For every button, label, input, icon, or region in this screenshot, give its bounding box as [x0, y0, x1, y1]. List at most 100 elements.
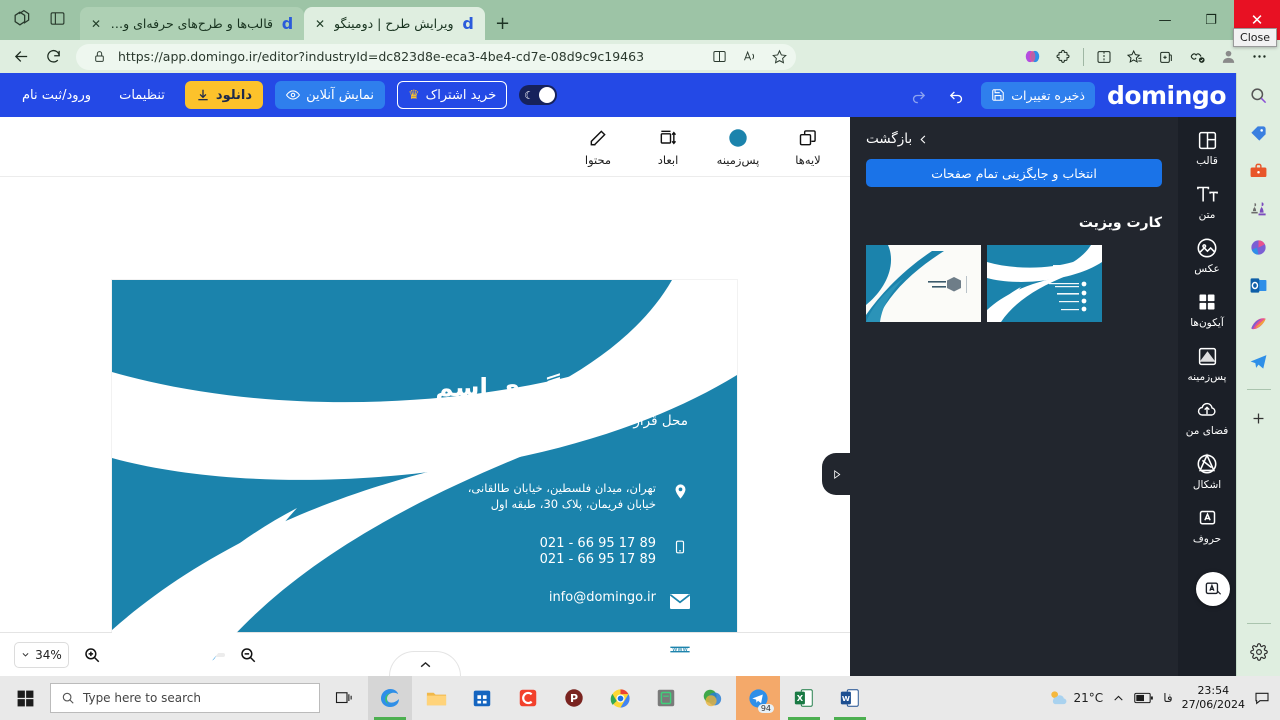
taskbar-app-photoscape[interactable]: P [552, 676, 596, 720]
battery-indicator[interactable] [1134, 692, 1154, 704]
zoom-in-button[interactable] [81, 644, 103, 666]
browser-essentials-icon[interactable] [1182, 43, 1212, 71]
domingo-logo[interactable]: domingo [1107, 81, 1227, 110]
language-indicator[interactable]: فا [1163, 691, 1172, 705]
extensions-puzzle-icon[interactable] [1048, 43, 1078, 71]
rail-item-shapes[interactable]: اشکال [1179, 451, 1235, 491]
sidebar-outlook-icon[interactable] [1245, 271, 1273, 299]
image-icon [1196, 235, 1218, 261]
tool-background[interactable]: پس‌زمینه [714, 126, 762, 167]
zoom-level-select[interactable]: 34% [14, 641, 69, 668]
rail-item-background[interactable]: پس‌زمینه [1179, 343, 1235, 383]
tab-list-icon[interactable] [44, 5, 70, 31]
rail-item-template[interactable]: قالب [1179, 127, 1235, 167]
replace-all-pages-button[interactable]: انتخاب و جایگزینی تمام صفحات [866, 159, 1162, 187]
taskbar-app-word[interactable]: W [828, 676, 872, 720]
download-button[interactable]: دانلود [184, 81, 264, 109]
template-thumbnail-front[interactable] [866, 245, 981, 322]
browser-tab-1[interactable]: d ویرایش طرح | دومینگو ✕ [304, 7, 485, 40]
favorite-star-icon[interactable] [768, 46, 790, 68]
taskbar-app-idm[interactable] [690, 676, 734, 720]
taskbar-app-edge[interactable] [368, 676, 412, 720]
split-screen-icon[interactable] [708, 46, 730, 68]
tab-close-icon[interactable]: ✕ [312, 16, 328, 32]
card-email-row[interactable]: info@domingo.ir [549, 590, 691, 612]
redo-button[interactable] [905, 82, 931, 108]
start-button[interactable] [2, 676, 48, 720]
tab-groups-icon[interactable] [8, 5, 34, 31]
task-view-button[interactable] [322, 676, 366, 720]
rail-item-my-space[interactable]: فضای من [1179, 397, 1235, 437]
card-phone-row[interactable]: 021 - 66 95 17 89 021 - 66 95 17 89 [540, 536, 691, 568]
sidebar-games-icon[interactable] [1245, 195, 1273, 223]
save-changes-button[interactable]: ذخیره تغییرات [981, 81, 1095, 109]
tool-layers[interactable]: لایه‌ها [784, 126, 832, 167]
business-card-canvas[interactable]: محل قرار گیری اسم محل قرارگیری سمت تهران… [112, 280, 737, 676]
taskbar-app-microsoft-store[interactable] [460, 676, 504, 720]
address-bar[interactable]: https://app.domingo.ir/editor?industryId… [76, 43, 796, 70]
panel-back-button[interactable]: بازگشت [866, 131, 1162, 147]
browser-tab-0[interactable]: d قالب‌ها و طرح‌های حرفه‌ای و رایگان ✕ [80, 7, 304, 40]
sidebar-designer-icon[interactable] [1245, 309, 1273, 337]
card-text-layer: محل قرار گیری اسم محل قرارگیری سمت تهران… [112, 280, 737, 676]
card-role-text[interactable]: محل قرارگیری سمت [568, 413, 688, 429]
taskbar-app-camtasia[interactable] [506, 676, 550, 720]
sidebar-telegram-icon[interactable] [1245, 347, 1273, 375]
copilot-icon[interactable] [1017, 43, 1047, 71]
tool-dimensions[interactable]: ابعاد [644, 126, 692, 167]
taskbar-search-placeholder: Type here to search [83, 691, 201, 705]
sidebar-settings-gear-icon[interactable] [1245, 638, 1273, 666]
save-disk-icon [992, 89, 1005, 101]
tool-content[interactable]: محتوا [574, 126, 622, 167]
sidebar-search-icon[interactable] [1245, 81, 1273, 109]
battery-icon [1134, 692, 1154, 704]
rail-item-icons[interactable]: آیکون‌ها [1179, 289, 1235, 329]
taskbar-search-box[interactable]: Type here to search [50, 683, 320, 713]
clock-widget[interactable]: 23:54 27/06/2024 [1182, 684, 1245, 712]
window-maximize-button[interactable]: ❐ [1188, 0, 1234, 40]
new-tab-button[interactable]: + [489, 9, 517, 37]
notification-center-button[interactable] [1254, 690, 1270, 706]
svg-text:www: www [672, 645, 688, 653]
canvas-area[interactable]: محل قرار گیری اسم محل قرارگیری سمت تهران… [0, 177, 850, 676]
buy-subscription-button[interactable]: خرید اشتراک ♛ [396, 81, 508, 109]
svg-text:P: P [570, 692, 578, 705]
template-thumbnail-back[interactable] [987, 245, 1102, 322]
rail-item-letters[interactable]: حروف [1179, 505, 1235, 545]
login-register-link[interactable]: ورود/ثبت نام [14, 88, 99, 103]
tray-overflow-chevron[interactable] [1112, 692, 1125, 705]
split-window-icon[interactable] [1089, 43, 1119, 71]
card-website-row[interactable]: www www.domingo.ir [551, 638, 691, 660]
tool-label: محتوا [584, 153, 612, 167]
read-aloud-icon[interactable] [738, 46, 760, 68]
rail-item-image[interactable]: عکس [1179, 235, 1235, 275]
taskbar-app-file-explorer[interactable] [414, 676, 458, 720]
taskbar-app-chrome[interactable] [598, 676, 642, 720]
sidebar-office-icon[interactable] [1245, 233, 1273, 261]
windows-taskbar: Type here to search P 94 X W 21°C فا 23:… [0, 676, 1280, 720]
back-icon[interactable] [6, 43, 36, 71]
card-address-row[interactable]: تهران، میدان فلسطین، خیابان طالقانی، خیا… [468, 480, 691, 512]
undo-button[interactable] [943, 82, 969, 108]
tabstrip-left-icons [0, 5, 80, 40]
panel-collapse-toggle[interactable] [822, 453, 850, 495]
reload-icon[interactable] [38, 43, 68, 71]
sidebar-add-icon[interactable] [1245, 404, 1273, 432]
favorites-icon[interactable] [1120, 43, 1150, 71]
rail-item-text[interactable]: متن [1179, 181, 1235, 221]
background-icon [1197, 343, 1218, 369]
weather-widget[interactable]: 21°C [1047, 688, 1103, 708]
taskbar-app-telegram[interactable]: 94 [736, 676, 780, 720]
dark-mode-toggle[interactable]: ☾ [519, 85, 558, 105]
window-minimize-button[interactable]: — [1142, 0, 1188, 40]
rail-letters-float-button[interactable] [1196, 572, 1230, 606]
taskbar-app-excel[interactable]: X [782, 676, 826, 720]
settings-link[interactable]: تنظیمات [111, 88, 173, 103]
tab-close-icon[interactable]: ✕ [88, 16, 104, 32]
card-name-text[interactable]: محل قرار گیری اسم [435, 373, 688, 402]
sidebar-tools-icon[interactable] [1245, 157, 1273, 185]
collections-icon[interactable] [1151, 43, 1181, 71]
online-preview-button[interactable]: نمایش آنلاین [275, 81, 385, 109]
taskbar-app-notepad[interactable] [644, 676, 688, 720]
sidebar-shopping-icon[interactable] [1245, 119, 1273, 147]
